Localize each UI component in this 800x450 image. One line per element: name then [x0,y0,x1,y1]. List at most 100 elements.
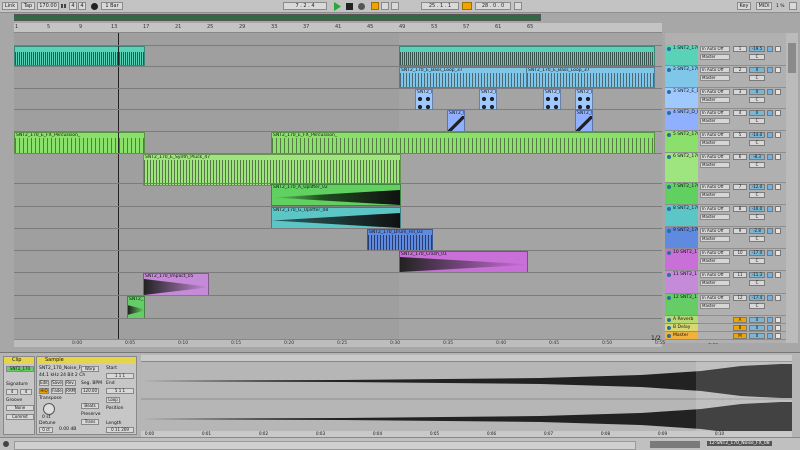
fold-icon[interactable] [667,273,671,277]
volume-field[interactable]: -12.0 [749,184,765,190]
pan-field[interactable]: C [749,214,765,220]
nudge-icon[interactable] [61,3,67,9]
track-activator[interactable]: 3 [733,89,747,95]
monitor-select[interactable]: In Auto Off [700,67,730,73]
solo-button[interactable] [767,317,773,323]
fold-icon[interactable] [667,296,671,300]
arm-button[interactable] [775,333,781,339]
quantize-menu[interactable]: 1 Bar [101,2,123,10]
pan-field[interactable]: C [749,236,765,242]
loop-switch-button[interactable] [462,2,472,10]
play-icon[interactable] [333,2,342,11]
pan-field[interactable]: C [749,303,765,309]
solo-button[interactable] [767,67,773,73]
track-header[interactable]: B Delay B 0 [665,324,786,332]
fold-icon[interactable] [667,251,671,255]
monitor-select[interactable]: In Auto Off [700,154,730,160]
track-name[interactable]: Master [665,332,698,339]
track-name[interactable]: 8 SNT2_170 [665,205,698,226]
solo-button[interactable] [767,206,773,212]
audio-clip[interactable]: SNT2_170_E_Synth_Pluck_47 [143,154,401,186]
track-header[interactable]: 12 SNT2_17 In Auto Off Master 12 -17.4 C [665,294,786,316]
track-name[interactable]: 1 SNT2_170 [665,45,698,65]
volume-field[interactable]: -17.0 [749,250,765,256]
audio-clip[interactable]: SNT2_170_Impact_05 [143,273,209,296]
monitor-select[interactable]: In Auto Off [700,206,730,212]
arm-button[interactable] [775,46,781,52]
volume-field[interactable]: 0 [749,333,765,339]
fold-icon[interactable] [667,47,671,51]
fold-icon[interactable] [667,133,671,137]
draw-mode-button[interactable] [514,2,522,10]
metronome-icon[interactable] [90,2,99,11]
fold-icon[interactable] [667,334,671,338]
fold-icon[interactable] [667,90,671,94]
volume-field[interactable]: 0 [749,110,765,116]
beat-time-ruler[interactable]: 1 5 9 13 17 21 25 29 33 37 41 45 49 53 57 61 65 [14,23,662,33]
save-button[interactable]: Save [51,380,63,386]
track-activator[interactable]: A [733,317,747,323]
solo-button[interactable] [767,295,773,301]
track-header[interactable]: 9 SNT2_170 In Auto Off Master 9 -2.8 C [665,227,786,249]
audio-clip[interactable]: SNT2_D [447,110,465,132]
solo-button[interactable] [767,325,773,331]
track-activator[interactable]: 9 [733,228,747,234]
audio-clip[interactable]: SNT2_D [575,110,593,132]
solo-button[interactable] [767,250,773,256]
track-name[interactable]: 9 SNT2_170 [665,227,698,248]
fold-icon[interactable] [667,185,671,189]
overview-window[interactable] [14,15,540,20]
track-header[interactable]: 6 SNT2_170 In Auto Off Master 6 -8.3 C [665,153,786,183]
tempo-field[interactable]: 170.00 [37,2,59,10]
fold-icon[interactable] [667,155,671,159]
monitor-select[interactable]: In Auto Off [700,110,730,116]
ram-button[interactable]: RAM [65,388,76,394]
track-header[interactable]: 1 SNT2_170 In Auto Off Master 1 -19.5 C [665,45,786,66]
stop-icon[interactable] [345,2,354,11]
arm-button[interactable] [775,250,781,256]
pan-field[interactable]: C [749,97,765,103]
arm-button[interactable] [775,295,781,301]
volume-field[interactable]: -17.4 [749,295,765,301]
track-name[interactable]: 4 SNT2_D_B [665,109,698,130]
end-field[interactable]: 5 1 1 [106,388,134,394]
track-name[interactable]: 6 SNT2_170 [665,153,698,182]
pan-field[interactable]: C [749,280,765,286]
session-record-button[interactable] [391,2,399,10]
track-name[interactable]: 10 SNT2_17 [665,249,698,270]
warp-mode-select[interactable]: Beats [81,403,99,409]
track-header[interactable]: 8 SNT2_170 In Auto Off Master 8 -10.0 C [665,205,786,227]
track-name[interactable]: 12 SNT2_17 [665,294,698,315]
info-view-icon[interactable] [3,441,9,447]
arrangement-position[interactable]: 7 . 2 . 4 [283,2,327,10]
solo-button[interactable] [767,154,773,160]
output-select[interactable]: Master [700,280,730,286]
solo-button[interactable] [767,184,773,190]
transients-select[interactable]: Trans [81,419,99,425]
solo-button[interactable] [767,272,773,278]
track-header[interactable]: A Reverb A 0 [665,316,786,324]
clip-name-field[interactable]: SNT2_170 [6,366,34,372]
fold-icon[interactable] [667,318,671,322]
audio-clip[interactable]: SNT2_170_Drum_Fill_03 [367,229,433,251]
volume-field[interactable]: -10.0 [749,206,765,212]
commit-button[interactable]: Commit [6,414,34,420]
pan-field[interactable]: C [749,140,765,146]
audio-clip[interactable]: SNT2_170_A_Uplifter_02 [271,184,401,206]
pan-field[interactable]: C [749,54,765,60]
groove-select[interactable]: None [6,405,34,411]
solo-button[interactable] [767,333,773,339]
track-name[interactable]: B Delay [665,324,698,331]
audio-clip[interactable]: SNT2_170_Crash_01 [399,251,528,273]
track-activator[interactable]: 1 [733,46,747,52]
volume-field[interactable]: -11.3 [749,272,765,278]
seg-bpm-field[interactable]: 120.00 [81,388,99,394]
fold-icon[interactable] [667,207,671,211]
monitor-select[interactable]: In Auto Off [700,228,730,234]
time-ruler[interactable]: 0:00 0:05 0:10 0:15 0:20 0:25 0:30 0:35 0:40 0:45… [14,339,718,347]
track-name[interactable]: 7 SNT2_170 [665,183,698,204]
track-name[interactable]: A Reverb [665,316,698,323]
loop-button[interactable]: Loop [106,397,120,403]
clip-sig-num[interactable]: 4 [6,389,18,395]
arm-button[interactable] [775,184,781,190]
